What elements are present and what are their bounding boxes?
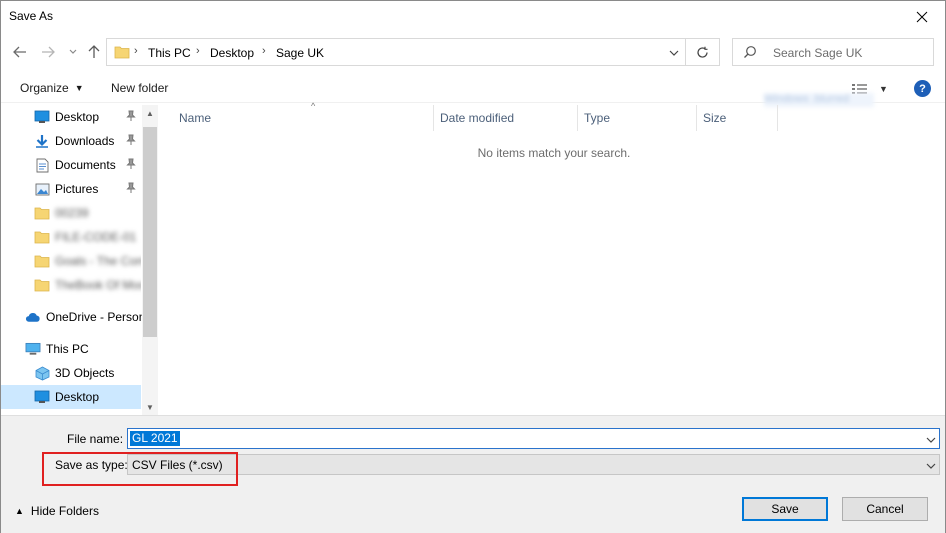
nav-item-folder-4[interactable]: TheBook Of Moo bbox=[1, 273, 141, 297]
chevron-down-icon bbox=[926, 463, 936, 469]
pin-icon bbox=[126, 158, 136, 173]
nav-item-label: Desktop bbox=[55, 390, 100, 404]
nav-item-folder-3[interactable]: Goals - The Com bbox=[1, 249, 141, 273]
nav-item-this-pc[interactable]: This PC bbox=[1, 337, 141, 361]
computer-icon bbox=[25, 341, 41, 357]
hide-folders-button[interactable]: ▲ Hide Folders bbox=[15, 504, 99, 518]
breadcrumb-separator: › bbox=[196, 45, 200, 57]
nav-item-label: Pictures bbox=[55, 182, 99, 196]
caret-down-icon: ▼ bbox=[74, 83, 84, 93]
pictures-icon bbox=[34, 181, 50, 197]
cube-icon bbox=[34, 365, 50, 381]
desktop-icon bbox=[34, 109, 50, 125]
save-as-type-dropdown[interactable] bbox=[926, 459, 936, 473]
folder-icon bbox=[34, 205, 50, 221]
back-button[interactable] bbox=[11, 43, 29, 61]
save-as-dialog: Save As › This PC › Desktop › Sage UK Se… bbox=[0, 0, 946, 533]
nav-item-label: Desktop bbox=[55, 110, 100, 124]
folder-icon bbox=[34, 229, 50, 245]
address-history-dropdown[interactable] bbox=[669, 46, 679, 60]
cloud-icon bbox=[25, 309, 41, 325]
breadcrumb-separator: › bbox=[262, 45, 266, 57]
file-name-label: File name: bbox=[67, 432, 124, 446]
close-icon bbox=[916, 11, 928, 22]
nav-item-label: 3D Objects bbox=[55, 366, 115, 380]
hide-folders-label: Hide Folders bbox=[30, 504, 99, 518]
search-icon bbox=[743, 45, 757, 62]
file-name-value: GL 2021 bbox=[130, 431, 180, 446]
nav-item-desktop-thispc[interactable]: Desktop bbox=[1, 385, 141, 409]
nav-item-label: 00239 bbox=[55, 206, 89, 220]
forward-button[interactable] bbox=[39, 43, 57, 61]
nav-item-label: Documents bbox=[55, 158, 116, 172]
chevron-down-icon bbox=[926, 437, 936, 443]
column-header-label: Name bbox=[179, 111, 212, 125]
address-bar[interactable]: › This PC › Desktop › Sage UK bbox=[106, 38, 686, 66]
pin-icon bbox=[126, 110, 136, 125]
column-header-label: Type bbox=[584, 111, 611, 125]
column-header-label: Date modified bbox=[440, 111, 515, 125]
annotation-highlight-box bbox=[42, 452, 238, 486]
search-placeholder: Search Sage UK bbox=[773, 46, 863, 60]
chevron-down-icon bbox=[669, 50, 679, 56]
nav-item-label: OneDrive - Person bbox=[46, 310, 142, 324]
pin-icon bbox=[126, 182, 136, 197]
file-list[interactable]: Windows .blurred ^ Name Date modified Ty… bbox=[161, 93, 945, 415]
nav-item-label: FILE-CODE-01 bbox=[55, 230, 137, 244]
nav-item-desktop-quick[interactable]: Desktop bbox=[1, 105, 141, 129]
close-button[interactable] bbox=[899, 1, 945, 32]
organize-label: Organize bbox=[20, 81, 69, 95]
search-box[interactable]: Search Sage UK bbox=[732, 38, 934, 66]
desktop-icon bbox=[34, 389, 50, 405]
column-header-type[interactable]: Type bbox=[578, 105, 697, 131]
help-button[interactable]: ? bbox=[914, 80, 931, 97]
save-form: File name: GL 2021 Save as type: CSV Fil… bbox=[1, 415, 945, 533]
nav-item-label: Goals - The Com bbox=[55, 254, 141, 268]
folder-icon bbox=[34, 277, 50, 293]
column-header-size[interactable]: Size bbox=[697, 105, 778, 131]
title-bar: Save As bbox=[1, 1, 945, 32]
new-folder-button[interactable]: New folder bbox=[111, 81, 168, 95]
save-as-type-select[interactable]: CSV Files (*.csv) bbox=[127, 454, 940, 475]
nav-item-3d-objects[interactable]: 3D Objects bbox=[1, 361, 141, 385]
breadcrumb-this-pc[interactable]: This PC bbox=[148, 46, 191, 60]
nav-item-onedrive[interactable]: OneDrive - Person bbox=[1, 305, 142, 329]
arrow-left-icon bbox=[13, 46, 26, 58]
scroll-up-arrow-icon[interactable]: ▲ bbox=[142, 105, 158, 121]
column-header-name[interactable]: ^ Name bbox=[173, 101, 434, 131]
folder-icon bbox=[34, 253, 50, 269]
breadcrumb-desktop[interactable]: Desktop bbox=[210, 46, 254, 60]
chevron-down-icon bbox=[69, 49, 77, 54]
arrow-up-icon bbox=[88, 45, 100, 58]
refresh-button[interactable] bbox=[686, 38, 720, 66]
column-header-date-modified[interactable]: Date modified bbox=[434, 105, 578, 131]
cancel-button[interactable]: Cancel bbox=[842, 497, 928, 521]
save-button[interactable]: Save bbox=[742, 497, 828, 521]
caret-up-icon: ▲ bbox=[15, 506, 24, 516]
nav-item-label: TheBook Of Moo bbox=[55, 278, 141, 292]
folder-icon bbox=[114, 45, 130, 62]
caret-down-icon: ▼ bbox=[879, 84, 888, 94]
nav-item-label: This PC bbox=[46, 342, 89, 356]
scroll-down-arrow-icon[interactable]: ▼ bbox=[142, 399, 158, 415]
nav-item-pictures[interactable]: Pictures bbox=[1, 177, 141, 201]
address-row: › This PC › Desktop › Sage UK Search Sag… bbox=[1, 37, 945, 67]
breadcrumb-sage-uk[interactable]: Sage UK bbox=[276, 46, 324, 60]
nav-item-folder-1[interactable]: 00239 bbox=[1, 201, 141, 225]
up-button[interactable] bbox=[85, 43, 103, 61]
refresh-icon bbox=[697, 46, 708, 58]
window-title: Save As bbox=[9, 9, 54, 23]
empty-message: No items match your search. bbox=[477, 146, 631, 160]
file-name-dropdown[interactable] bbox=[926, 433, 936, 447]
file-name-input[interactable]: GL 2021 bbox=[127, 428, 940, 449]
recent-locations-button[interactable] bbox=[64, 43, 82, 61]
arrow-right-icon bbox=[42, 46, 55, 58]
blurred-overlay-text: Windows .blurred bbox=[764, 93, 874, 107]
column-header-label: Size bbox=[703, 111, 727, 125]
sort-ascending-icon: ^ bbox=[311, 101, 316, 111]
organize-button[interactable]: Organize ▼ bbox=[20, 81, 84, 95]
breadcrumb-separator: › bbox=[134, 45, 138, 57]
nav-item-folder-2[interactable]: FILE-CODE-01 bbox=[1, 225, 141, 249]
